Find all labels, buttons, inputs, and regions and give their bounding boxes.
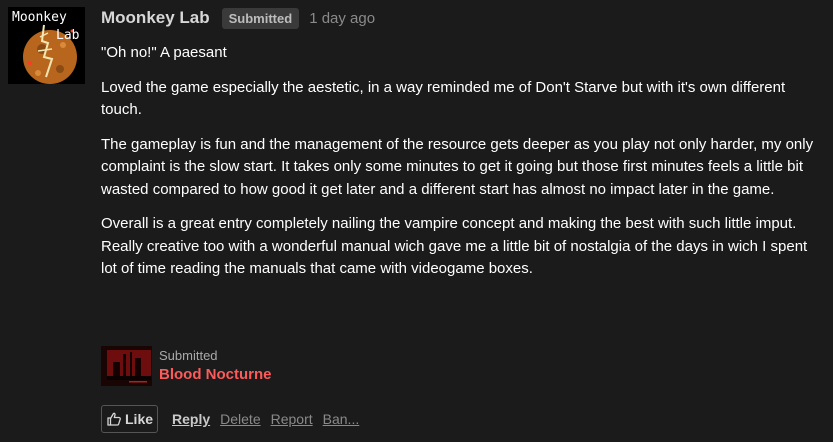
comment-content: Moonkey Lab Submitted 1 day ago "Oh no!"… (101, 6, 821, 293)
ban-link[interactable]: Ban... (323, 411, 360, 427)
comment-paragraph: "Oh no!" A paesant (101, 44, 227, 61)
submission-info: Submitted Blood Nocturne (159, 347, 272, 385)
submitted-badge: Submitted (221, 7, 300, 29)
comment-paragraph: Loved the game especially the aestetic, … (101, 78, 786, 119)
like-button[interactable]: Like (101, 405, 159, 433)
delete-link[interactable]: Delete (220, 411, 260, 427)
submission-label: Submitted (159, 348, 218, 363)
author-link[interactable]: Moonkey Lab (101, 8, 210, 28)
report-link[interactable]: Report (271, 411, 313, 427)
submitted-game: Submitted Blood Nocturne (101, 346, 272, 386)
like-label: Like (125, 411, 154, 427)
comment-paragraph: Overall is a great entry completely nail… (101, 215, 808, 277)
moonkey-lab-logo: Moonkey Lab (8, 7, 85, 84)
comment-body: "Oh no!" A paesant Loved the game especi… (101, 42, 821, 281)
comment: Moonkey Lab Moonkey Lab Submitted 1 day … (0, 0, 833, 442)
avatar[interactable]: Moonkey Lab (8, 7, 85, 84)
timestamp[interactable]: 1 day ago (309, 10, 375, 27)
logo-text-line2: Lab (56, 28, 80, 43)
comment-actions: Like Reply Delete Report Ban... (101, 405, 359, 433)
reply-link[interactable]: Reply (172, 411, 210, 427)
game-thumbnail-image (101, 346, 152, 386)
game-thumbnail[interactable] (101, 346, 152, 386)
game-title-link[interactable]: Blood Nocturne (159, 365, 272, 385)
comment-header: Moonkey Lab Submitted 1 day ago (101, 6, 821, 30)
thumbs-up-icon (107, 412, 121, 426)
logo-text-line1: Moonkey (12, 10, 67, 25)
comment-paragraph: The gameplay is fun and the management o… (101, 135, 814, 198)
